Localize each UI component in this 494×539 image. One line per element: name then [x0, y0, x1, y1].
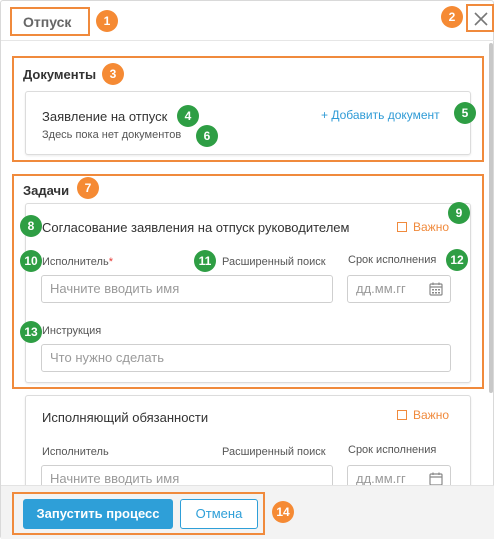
- annotation-badge-3: 3: [102, 63, 124, 85]
- annotation-badge-9: 9: [448, 202, 470, 224]
- important-checkbox[interactable]: Важно: [397, 220, 449, 234]
- add-document-link[interactable]: + Добавить документ: [321, 108, 440, 122]
- task-card-approval: 8 Согласование заявления на отпуск руков…: [20, 202, 471, 383]
- executor-label: Исполнитель: [42, 446, 109, 458]
- instruction-input[interactable]: Что нужно сделать: [41, 344, 451, 372]
- annotation-badge-10: 10: [20, 250, 42, 272]
- advanced-search-link[interactable]: Расширенный поиск: [222, 256, 326, 268]
- dialog-footer: Запустить процесс Отмена 14: [1, 485, 494, 539]
- annotation-badge-6: 6: [196, 125, 218, 147]
- documents-card: Заявление на отпуск 4 Здесь пока нет док…: [25, 91, 476, 155]
- annotation-badge-5: 5: [454, 102, 476, 124]
- task-title: Исполняющий обязанности: [42, 410, 209, 425]
- executor-label: Исполнитель*: [42, 256, 113, 268]
- instruction-label: Инструкция: [42, 325, 102, 337]
- checkbox-icon: [397, 222, 407, 232]
- annotation-badge-13: 13: [20, 321, 42, 343]
- checkbox-icon: [397, 410, 407, 420]
- close-icon[interactable]: [471, 9, 491, 29]
- advanced-search-link[interactable]: Расширенный поиск: [222, 446, 326, 458]
- tasks-section-title: Задачи: [23, 183, 70, 198]
- dialog-header: Отпуск 1 2: [1, 1, 494, 41]
- annotation-badge-11: 11: [194, 250, 216, 272]
- documents-section-title: Документы: [23, 67, 97, 82]
- documents-empty-text: Здесь пока нет документов: [42, 129, 182, 141]
- annotation-badge-14: 14: [272, 501, 294, 523]
- deadline-label: Срок исполнения: [348, 254, 437, 266]
- scrollbar[interactable]: [489, 43, 493, 393]
- annotation-badge-7: 7: [77, 177, 99, 199]
- important-label: Важно: [413, 408, 450, 422]
- annotation-badge-2: 2: [441, 6, 463, 28]
- annotation-badge-8: 8: [20, 215, 42, 237]
- document-title: Заявление на отпуск: [42, 109, 168, 124]
- task-card-acting: Исполняющий обязанности Важно Исполнител…: [25, 395, 471, 495]
- calendar-icon[interactable]: [429, 472, 443, 486]
- cancel-button[interactable]: Отмена: [180, 499, 258, 529]
- dialog: Отпуск 1 2 Документы 3 Заявление на отпу…: [0, 0, 494, 539]
- deadline-placeholder: дд.мм.гг: [356, 471, 406, 486]
- annotation-badge-12: 12: [446, 249, 468, 271]
- dialog-title: Отпуск: [23, 14, 72, 30]
- task-title: Согласование заявления на отпуск руковод…: [42, 220, 350, 235]
- deadline-input[interactable]: дд.мм.гг: [347, 275, 451, 303]
- calendar-icon[interactable]: [429, 282, 443, 296]
- important-label: Важно: [413, 220, 450, 234]
- deadline-placeholder: дд.мм.гг: [356, 281, 406, 296]
- important-checkbox[interactable]: Важно: [397, 408, 449, 422]
- annotation-badge-4: 4: [177, 105, 199, 127]
- executor-input[interactable]: Начните вводить имя: [41, 275, 333, 303]
- annotation-badge-1: 1: [96, 10, 118, 32]
- deadline-label: Срок исполнения: [348, 444, 437, 456]
- start-process-button[interactable]: Запустить процесс: [23, 499, 173, 529]
